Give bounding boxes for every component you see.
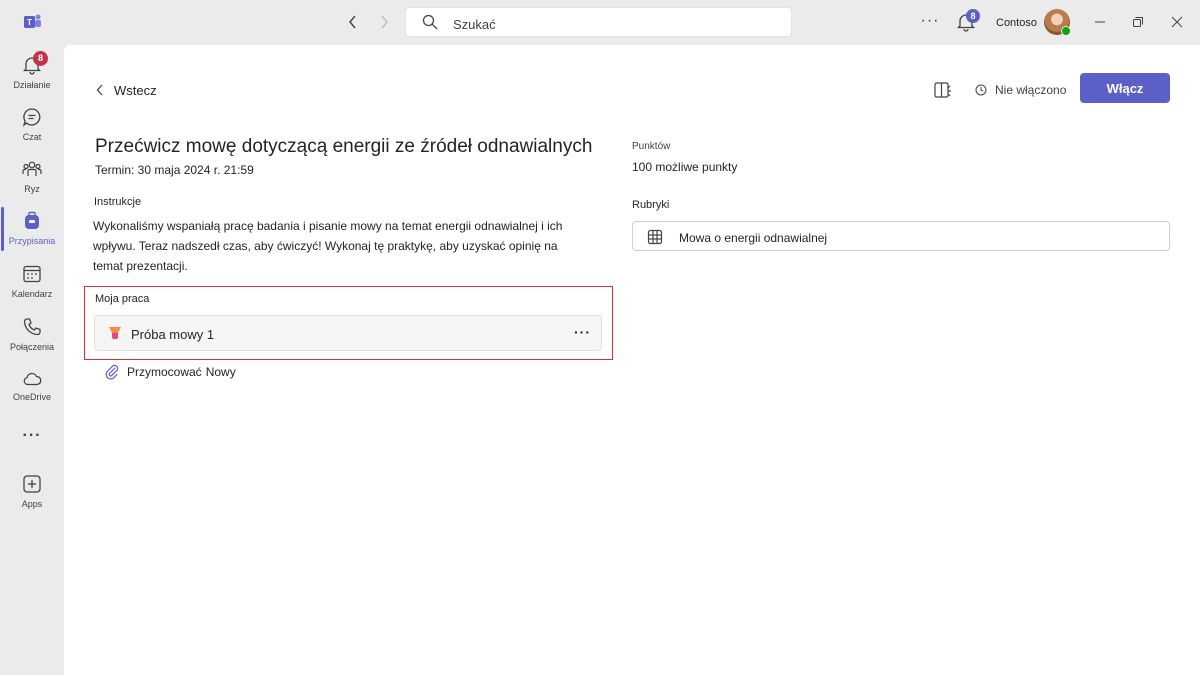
- rail-item-apps[interactable]: Apps: [0, 474, 64, 524]
- my-work-label: Moja praca: [95, 293, 150, 305]
- turn-in-button[interactable]: Włącz: [1080, 73, 1170, 103]
- submission-status: Nie włączono: [975, 80, 1066, 100]
- rail-item-assignments[interactable]: Przypisania: [0, 211, 64, 261]
- back-arrow-button[interactable]: [343, 12, 363, 32]
- rail-item-calls[interactable]: Połączenia: [0, 317, 64, 367]
- rail-item-label: OneDrive: [12, 392, 51, 402]
- grid-table-icon: [647, 229, 663, 245]
- back-button[interactable]: Wstecz: [96, 80, 157, 100]
- points-label: Punktów: [632, 141, 671, 152]
- rail-item-label: Połączenia: [9, 342, 55, 352]
- chevron-left-icon: [349, 15, 356, 29]
- work-file-card[interactable]: Próba mowy 1 ···: [94, 315, 602, 351]
- org-name[interactable]: Contoso: [996, 17, 1037, 29]
- phone-icon: [23, 318, 41, 336]
- search-placeholder: Szukać: [453, 17, 496, 32]
- close-icon: [1171, 16, 1183, 28]
- rail-item-label: Działanie: [13, 80, 51, 90]
- title-bar: T Szukać ··· 8 Contoso: [0, 0, 1200, 45]
- assignment-title: Przećwicz mowę dotyczącą energii ze źród…: [95, 136, 593, 157]
- status-label: Nie włączono: [995, 83, 1067, 97]
- rail-item-onedrive[interactable]: OneDrive: [0, 369, 64, 419]
- attach-button[interactable]: Przymocować: [127, 365, 202, 379]
- search-input[interactable]: Szukać: [405, 7, 792, 37]
- instructions-text: Wykonaliśmy wspaniałą pracę badania i pi…: [93, 219, 563, 273]
- rail-item-calendar[interactable]: Kalendarz: [0, 264, 64, 314]
- assignment-detail: Wstecz Nie włączono Włącz Przećwicz mowę…: [64, 45, 1200, 675]
- minimize-button[interactable]: [1090, 12, 1110, 32]
- due-date: Termin: 30 maja 2024 r. 21:59: [95, 163, 254, 177]
- rubric-label: Rubryki: [632, 199, 670, 211]
- rail-item-label: Czat: [22, 132, 42, 142]
- rail-item-label: Apps: [21, 499, 43, 509]
- activity-badge: 8: [33, 51, 48, 66]
- rubric-card[interactable]: Mowa o energii odnawialnej: [632, 221, 1170, 251]
- forward-arrow-button[interactable]: [374, 12, 394, 32]
- immersive-reader-icon[interactable]: [933, 80, 953, 100]
- instructions-label: Instrukcje: [94, 196, 142, 208]
- more-icon: ···: [22, 427, 42, 444]
- search-icon: [422, 14, 438, 30]
- file-more-options-button[interactable]: ···: [574, 324, 591, 340]
- app-rail: 8 Działanie Czat Ryz Przypisania Kalenda…: [0, 45, 64, 675]
- notifications-badge: 8: [966, 9, 980, 23]
- close-button[interactable]: [1167, 12, 1187, 32]
- teams-icon: [22, 161, 42, 176]
- file-name: Próba mowy 1: [131, 327, 215, 342]
- rail-item-activity[interactable]: 8 Działanie: [0, 51, 64, 105]
- attach-row: Przymocować Nowy: [104, 362, 236, 382]
- cloud-icon: [23, 372, 42, 386]
- restore-icon: [1133, 17, 1143, 27]
- chevron-right-icon: [381, 15, 388, 29]
- my-work-section: Moja praca Próba mowy 1 ···: [84, 286, 613, 360]
- add-app-icon: [23, 475, 41, 493]
- chevron-left-icon: [96, 84, 103, 96]
- rail-item-label: Kalendarz: [11, 289, 53, 299]
- rail-more-apps-button[interactable]: ···: [0, 427, 64, 449]
- back-label: Wstecz: [114, 82, 157, 98]
- more-options-button[interactable]: ···: [920, 11, 940, 31]
- calendar-icon: [23, 265, 41, 283]
- rail-item-chat[interactable]: Czat: [0, 107, 64, 157]
- points-value: 100 możliwe punkty: [632, 160, 738, 174]
- rail-item-label: Przypisania: [8, 236, 56, 246]
- speaker-progress-icon: [109, 327, 121, 339]
- new-button[interactable]: Nowy: [206, 365, 236, 379]
- minimize-icon: [1095, 21, 1105, 23]
- chat-icon: [22, 108, 41, 127]
- clock-icon: [975, 84, 987, 96]
- rail-item-label: Ryz: [24, 184, 40, 194]
- teams-logo-icon[interactable]: T: [24, 13, 42, 31]
- presence-available-icon: [1061, 26, 1071, 36]
- svg-text:T: T: [27, 18, 32, 27]
- paperclip-icon: [105, 364, 119, 380]
- backpack-icon: [25, 211, 39, 229]
- rail-item-teams[interactable]: Ryz: [0, 159, 64, 209]
- rubric-name: Mowa o energii odnawialnej: [679, 231, 828, 245]
- restore-button[interactable]: [1128, 12, 1148, 32]
